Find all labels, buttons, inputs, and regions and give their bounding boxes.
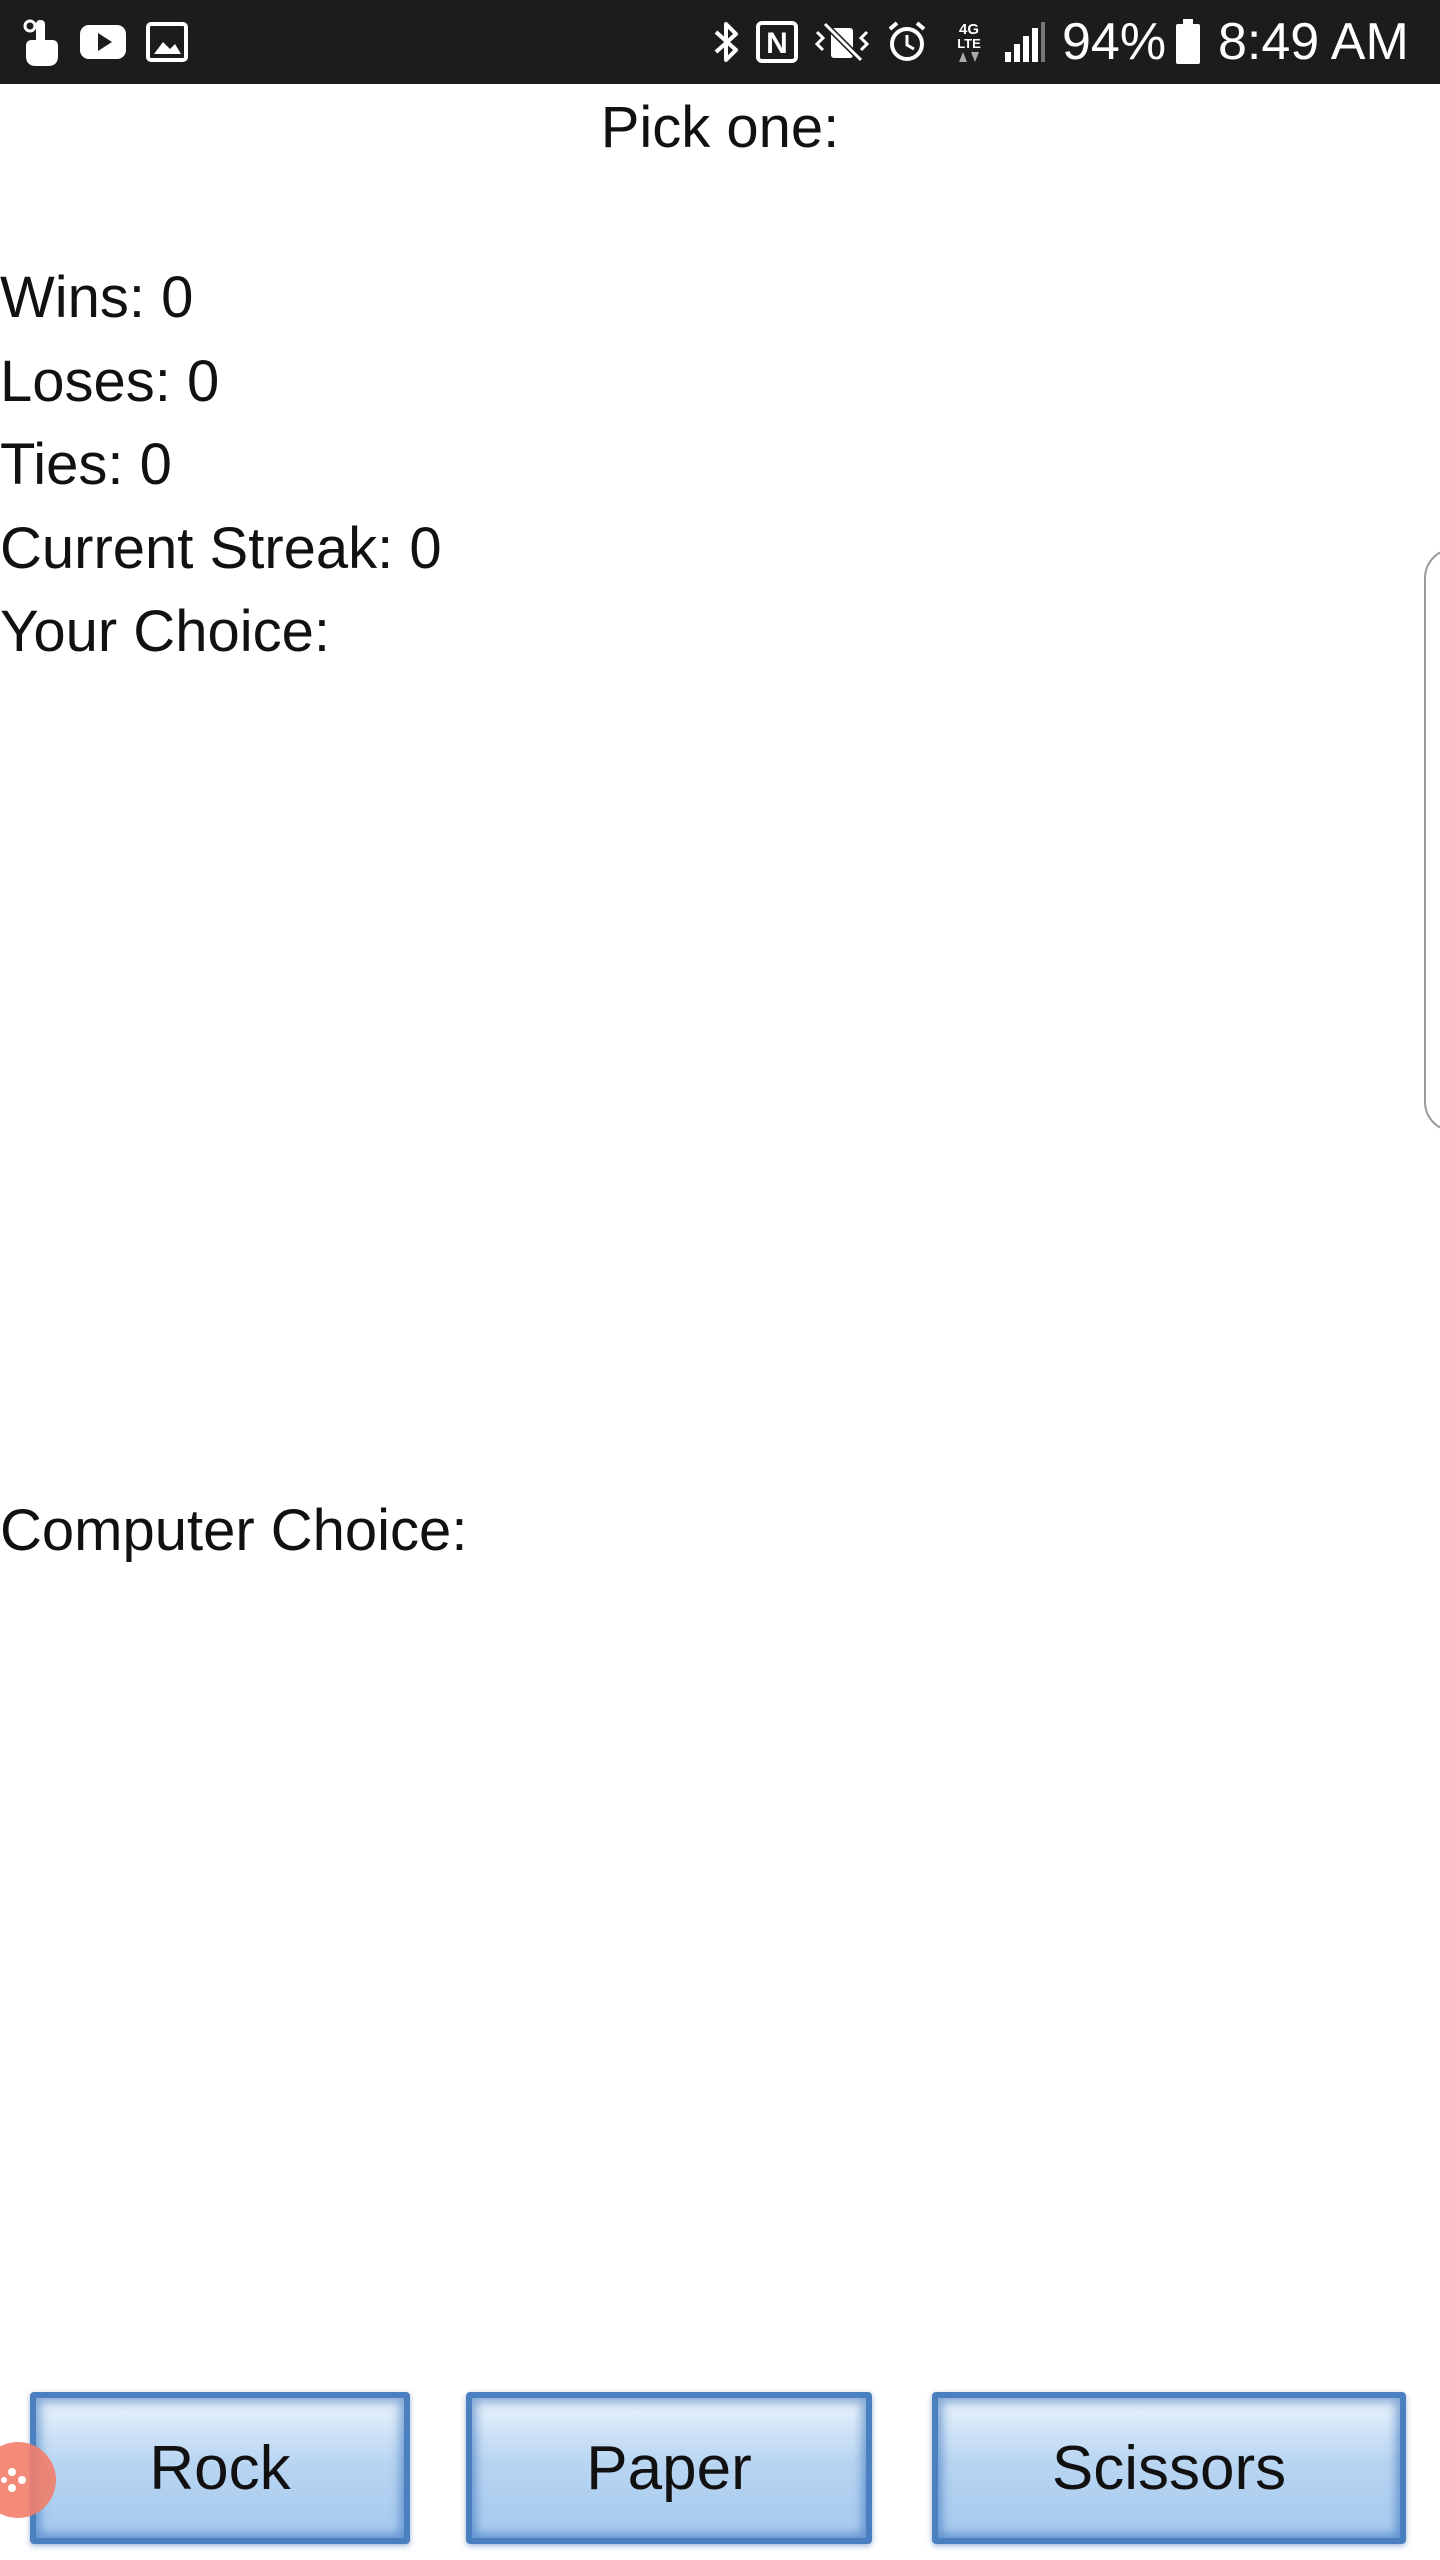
gallery-icon bbox=[142, 14, 192, 70]
svg-text:N: N bbox=[766, 27, 788, 60]
current-streak: Current Streak: 0 bbox=[0, 516, 442, 581]
status-bar: N 4G LTE 94% 8:49 AM bbox=[0, 0, 1440, 84]
vibrate-icon bbox=[810, 14, 876, 70]
youtube-icon bbox=[78, 14, 128, 70]
wins-count: Wins: 0 bbox=[0, 265, 194, 330]
lte-icon: 4G LTE bbox=[944, 14, 994, 70]
rock-button[interactable]: Rock bbox=[30, 2392, 410, 2544]
battery-icon bbox=[1168, 14, 1208, 70]
bluetooth-icon bbox=[706, 14, 746, 70]
nfc-icon: N bbox=[752, 14, 802, 70]
loses-count: Loses: 0 bbox=[0, 349, 220, 414]
clock-time: 8:49 AM bbox=[1218, 13, 1409, 71]
floating-bubble-icon[interactable] bbox=[0, 2442, 56, 2518]
svg-text:LTE: LTE bbox=[957, 36, 981, 51]
computer-choice-label: Computer Choice: bbox=[0, 1498, 468, 1563]
alarm-icon bbox=[882, 14, 932, 70]
touch-icon bbox=[14, 14, 70, 70]
app-screen: N 4G LTE 94% 8:49 AM Pick one: Wins: 0 L… bbox=[0, 0, 1440, 2560]
pick-one-prompt: Pick one: bbox=[600, 95, 840, 160]
ties-count: Ties: 0 bbox=[0, 432, 172, 497]
paper-button[interactable]: Paper bbox=[466, 2392, 872, 2544]
your-choice-label: Your Choice: bbox=[0, 599, 330, 664]
scissors-button[interactable]: Scissors bbox=[932, 2392, 1406, 2544]
edge-panel-handle[interactable] bbox=[1424, 548, 1440, 1132]
battery-percent: 94% bbox=[1062, 13, 1167, 71]
signal-icon bbox=[1000, 14, 1050, 70]
